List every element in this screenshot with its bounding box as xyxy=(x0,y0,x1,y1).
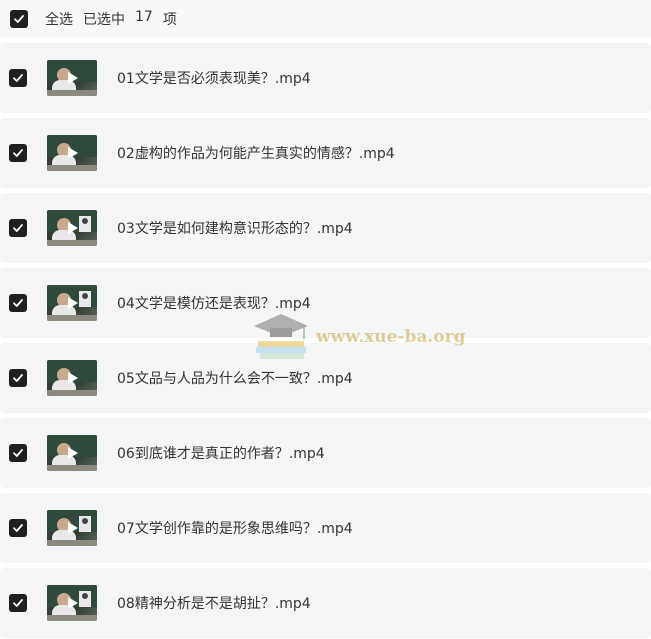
file-checkbox[interactable] xyxy=(9,519,27,537)
file-name[interactable]: 05文品与人品为什么会不一致？.mp4 xyxy=(117,368,353,388)
selection-header: 全选 已选中 17 项 xyxy=(0,0,651,38)
check-icon xyxy=(13,74,23,82)
select-all-checkbox[interactable] xyxy=(10,10,28,28)
file-checkbox[interactable] xyxy=(9,69,27,87)
video-thumbnail[interactable] xyxy=(47,135,97,171)
video-thumbnail[interactable] xyxy=(47,585,97,621)
check-icon xyxy=(13,224,23,232)
selected-label: 已选中 xyxy=(83,12,125,28)
video-thumbnail[interactable] xyxy=(47,435,97,471)
file-checkbox[interactable] xyxy=(9,444,27,462)
play-icon xyxy=(68,372,78,384)
file-row[interactable]: 07文学创作靠的是形象思维吗？.mp4 xyxy=(0,493,651,563)
play-icon xyxy=(68,297,78,309)
file-name[interactable]: 03文学是如何建构意识形态的？.mp4 xyxy=(117,218,353,238)
check-icon xyxy=(14,15,24,23)
file-checkbox[interactable] xyxy=(9,594,27,612)
file-row[interactable]: 03文学是如何建构意识形态的？.mp4 xyxy=(0,193,651,263)
selection-summary: 全选 已选中 17 项 xyxy=(45,9,177,29)
check-icon xyxy=(13,599,23,607)
file-row[interactable]: 04文学是模仿还是表现？.mp4 xyxy=(0,268,651,338)
play-icon xyxy=(68,222,78,234)
video-thumbnail[interactable] xyxy=(47,210,97,246)
check-icon xyxy=(13,449,23,457)
video-thumbnail[interactable] xyxy=(47,285,97,321)
file-row[interactable]: 02虚构的作品为何能产生真实的情感？.mp4 xyxy=(0,118,651,188)
play-icon xyxy=(68,522,78,534)
file-row[interactable]: 06到底谁才是真正的作者？.mp4 xyxy=(0,418,651,488)
file-row[interactable]: 08精神分析是不是胡扯？.mp4 xyxy=(0,568,651,638)
file-name[interactable]: 08精神分析是不是胡扯？.mp4 xyxy=(117,593,311,613)
play-icon xyxy=(68,597,78,609)
file-checkbox[interactable] xyxy=(9,219,27,237)
select-all-label[interactable]: 全选 xyxy=(45,9,73,29)
count-unit: 项 xyxy=(162,12,177,28)
file-list: 01文学是否必须表现美？.mp4 02虚构的作品为何能产生真实的情感？.mp4 … xyxy=(0,43,651,639)
selected-count: 17 xyxy=(135,9,153,25)
file-name[interactable]: 04文学是模仿还是表现？.mp4 xyxy=(117,293,311,313)
file-name[interactable]: 02虚构的作品为何能产生真实的情感？.mp4 xyxy=(117,143,395,163)
file-name[interactable]: 01文学是否必须表现美？.mp4 xyxy=(117,68,311,88)
check-icon xyxy=(13,374,23,382)
video-thumbnail[interactable] xyxy=(47,510,97,546)
check-icon xyxy=(13,524,23,532)
video-thumbnail[interactable] xyxy=(47,360,97,396)
file-checkbox[interactable] xyxy=(9,369,27,387)
play-icon xyxy=(68,447,78,459)
file-row[interactable]: 05文品与人品为什么会不一致？.mp4 xyxy=(0,343,651,413)
file-checkbox[interactable] xyxy=(9,294,27,312)
play-icon xyxy=(68,72,78,84)
play-icon xyxy=(68,147,78,159)
file-row[interactable]: 01文学是否必须表现美？.mp4 xyxy=(0,43,651,113)
check-icon xyxy=(13,299,23,307)
file-checkbox[interactable] xyxy=(9,144,27,162)
check-icon xyxy=(13,149,23,157)
video-thumbnail[interactable] xyxy=(47,60,97,96)
file-name[interactable]: 07文学创作靠的是形象思维吗？.mp4 xyxy=(117,518,353,538)
file-name[interactable]: 06到底谁才是真正的作者？.mp4 xyxy=(117,443,325,463)
